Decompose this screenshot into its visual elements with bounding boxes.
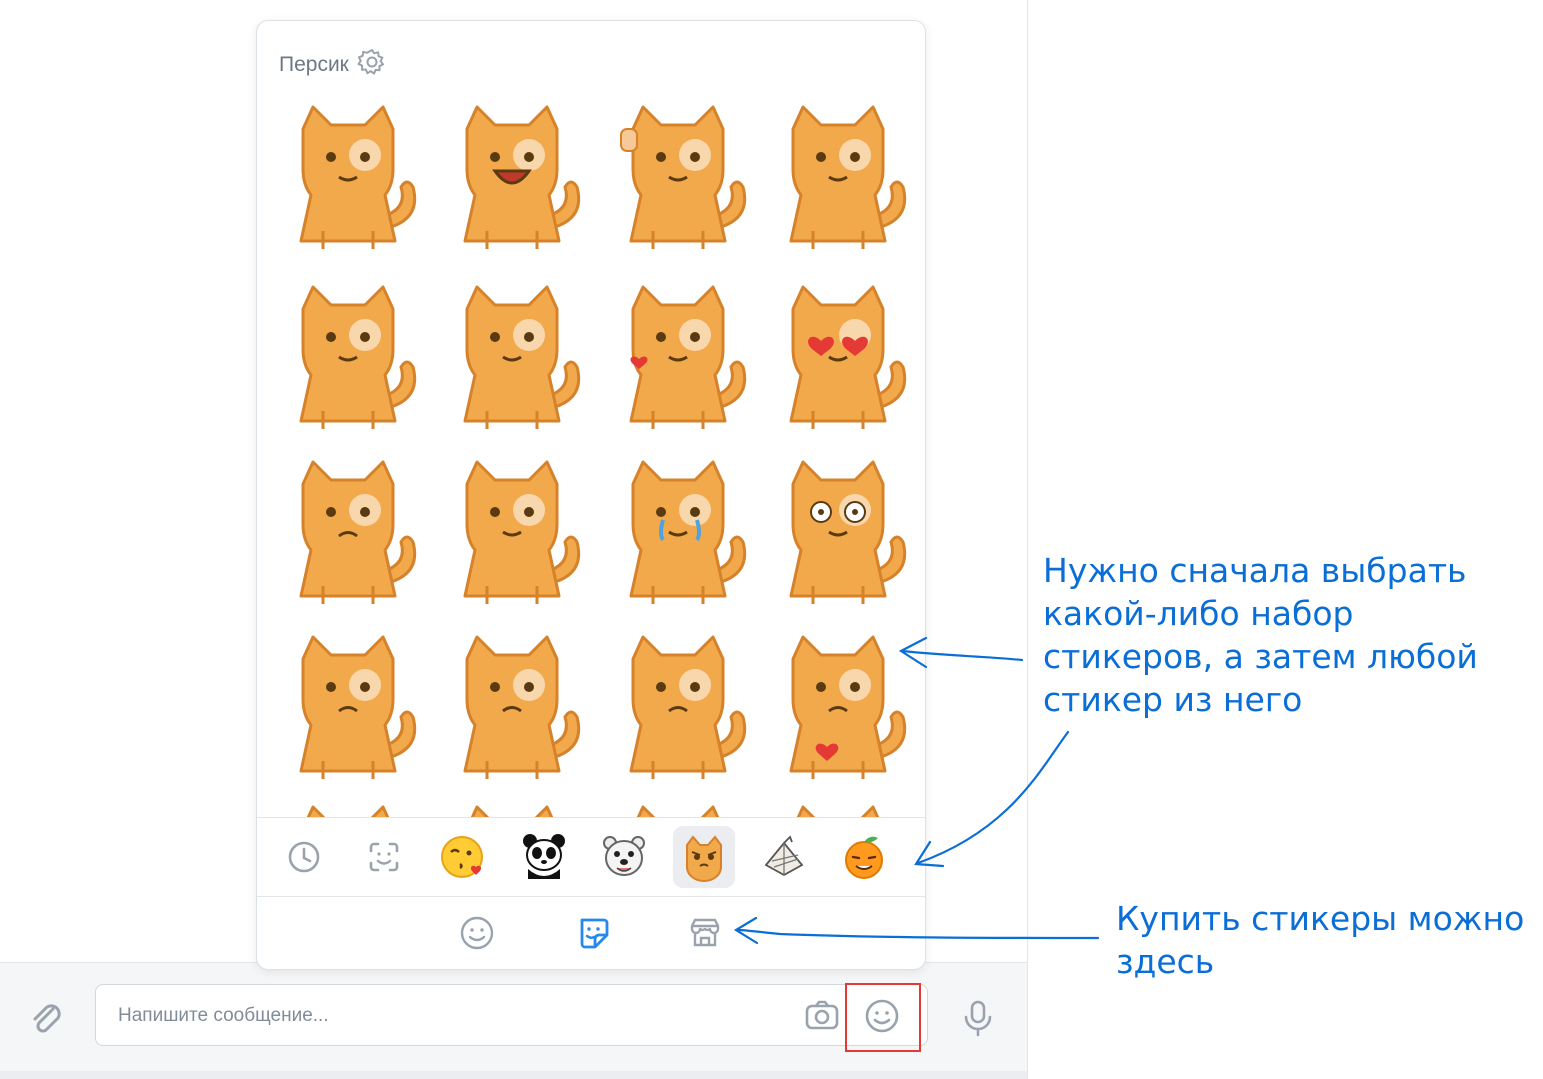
emoji-button[interactable]	[856, 994, 908, 1038]
sticker-cat-smirk[interactable]	[763, 99, 913, 259]
gear-icon[interactable]	[357, 47, 387, 82]
tab-face-stickers[interactable]	[353, 826, 415, 888]
tab-panda-pack[interactable]	[513, 826, 575, 888]
sticker-cat-meh[interactable]	[603, 629, 753, 789]
message-placeholder: Напишите сообщение...	[118, 1005, 329, 1026]
sticker-cat-tongue[interactable]	[273, 799, 423, 819]
sticker-cat-grumpy[interactable]	[273, 629, 423, 789]
store-icon	[690, 918, 720, 947]
tab-kissing-emoji-pack[interactable]	[433, 826, 495, 888]
annotation-choose-pack: Нужно сначала выбрать какой-либо набор с…	[1043, 549, 1478, 721]
annotation-line: Купить стикеры можно	[1116, 899, 1525, 938]
camera-icon[interactable]	[800, 994, 844, 1038]
tab-recent[interactable]	[273, 826, 335, 888]
sticker-cat-hearts[interactable]	[763, 279, 913, 439]
smile-icon	[460, 916, 494, 950]
orange-sticker-icon	[845, 836, 883, 879]
kissing-emoji-sticker-icon	[441, 836, 483, 878]
sticker-cat-broken[interactable]	[763, 629, 913, 789]
sticker-cat-grimace[interactable]	[437, 454, 587, 614]
sticker-cat-suspicious[interactable]	[437, 629, 587, 789]
bear-sticker-icon	[603, 836, 645, 876]
face-scan-icon	[369, 842, 399, 872]
sticker-cat-laugh[interactable]	[437, 99, 587, 259]
attach-icon[interactable]	[24, 996, 68, 1040]
sticker-cat-sad[interactable]	[273, 454, 423, 614]
clock-icon	[288, 841, 320, 873]
sticker-panel: Персик	[256, 20, 926, 970]
sticker-icon	[580, 918, 609, 949]
smile-icon	[865, 999, 899, 1033]
sticker-cat-happy[interactable]	[437, 279, 587, 439]
panel-bottom-tabs	[257, 895, 925, 969]
sticker-cat-thumb[interactable]	[603, 799, 753, 819]
annotation-line: Нужно сначала выбрать	[1043, 551, 1467, 590]
tab-paper-bird-pack[interactable]	[753, 826, 815, 888]
annotation-line: какой-либо набор	[1043, 594, 1354, 633]
sticker-cat-laugh[interactable]	[437, 799, 587, 819]
sticker-grid	[273, 99, 913, 819]
pack-title: Персик	[279, 52, 349, 76]
paper-bird-sticker-icon	[764, 835, 804, 877]
sticker-pack-tabs	[257, 817, 925, 897]
tab-emoji[interactable]	[455, 911, 499, 955]
annotation-line: стикеров, а затем любой	[1043, 637, 1478, 676]
panda-sticker-icon	[523, 834, 565, 879]
annotation-line: стикер из него	[1043, 680, 1303, 719]
sticker-cat-thumb[interactable]	[603, 99, 753, 259]
sticker-cat-kiss[interactable]	[603, 279, 753, 439]
tab-orange-pack[interactable]	[833, 826, 895, 888]
sticker-cat-cry[interactable]	[603, 454, 753, 614]
sticker-cat-wink[interactable]	[273, 279, 423, 439]
annotation-buy-stickers: Купить стикеры можно здесь	[1116, 897, 1524, 983]
sticker-cat-tongue[interactable]	[273, 99, 423, 259]
sticker-cat-smirk[interactable]	[763, 799, 913, 819]
chat-bottom-strip	[0, 1070, 1027, 1079]
tab-sticker-store[interactable]	[683, 911, 727, 955]
persik-cat-sticker-icon	[686, 835, 722, 882]
tab-stickers[interactable]	[571, 911, 615, 955]
pack-header: Персик	[279, 47, 387, 82]
sticker-cat-shock[interactable]	[763, 454, 913, 614]
annotation-line: здесь	[1116, 942, 1215, 981]
tab-bear-pack[interactable]	[593, 826, 655, 888]
microphone-icon[interactable]	[956, 996, 1000, 1040]
tab-persik-pack[interactable]	[673, 826, 735, 888]
